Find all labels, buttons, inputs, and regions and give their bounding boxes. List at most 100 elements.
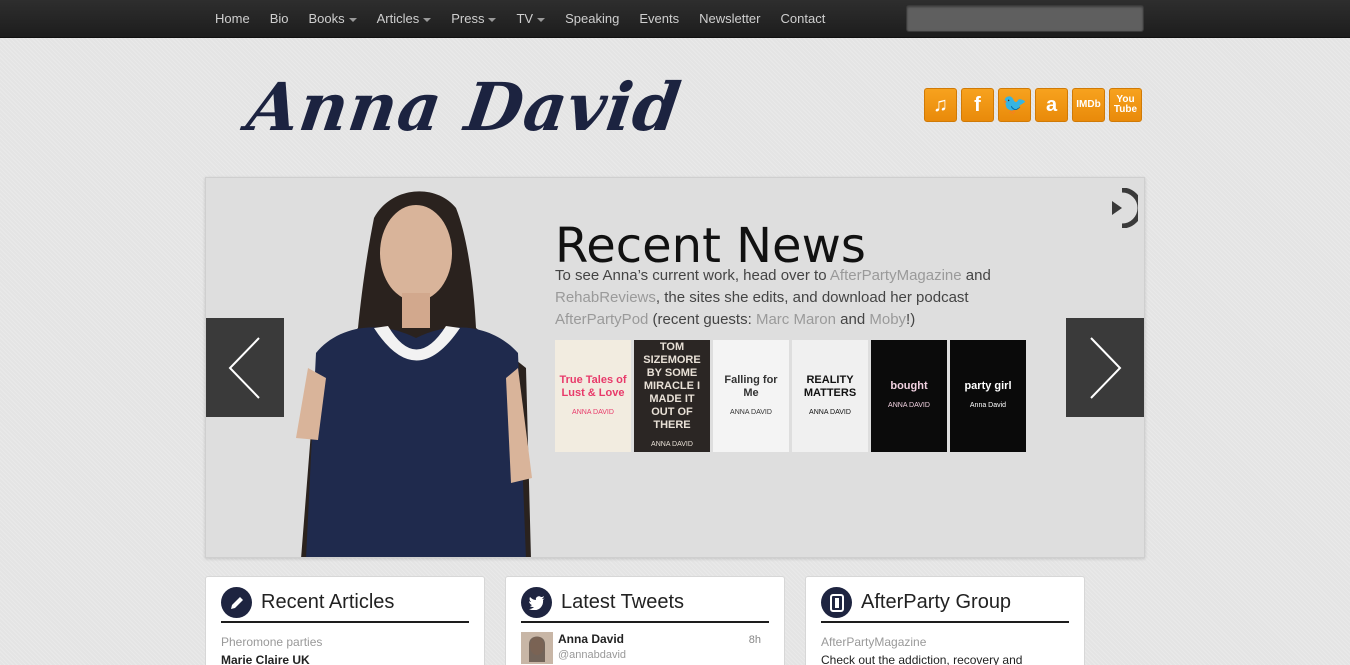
tweet-item[interactable]: Anna David @annabdavid 8h xyxy=(521,632,769,664)
moby-link[interactable]: Moby xyxy=(869,311,906,328)
amazon-button[interactable]: a xyxy=(1035,88,1068,122)
imdb-icon: IMDb xyxy=(1076,99,1101,110)
afterparty-group-panel: AfterParty Group AfterPartyMagazine Chec… xyxy=(805,576,1085,665)
amazon-icon: a xyxy=(1045,94,1058,116)
twitter-bird-icon xyxy=(521,587,552,618)
afterpartymagazine-link[interactable]: AfterPartyMagazine xyxy=(830,267,962,284)
book-true-tales[interactable]: True Tales of Lust & Love ANNA DAVID xyxy=(555,340,631,452)
news-slider: Recent News To see Anna’s current work, … xyxy=(205,177,1145,558)
slideshow-play-icon[interactable] xyxy=(1108,188,1138,228)
panel-title: Recent Articles xyxy=(261,591,395,613)
slide-description: To see Anna’s current work, head over to… xyxy=(555,265,1035,331)
nav-item-label: Newsletter xyxy=(699,11,761,26)
slide-text-segment: , the sites she edits, and download her … xyxy=(655,289,969,306)
caret-down-icon xyxy=(348,17,357,22)
panel-header: Latest Tweets xyxy=(521,584,769,623)
slider-next-button[interactable] xyxy=(1066,318,1144,417)
music-button[interactable]: ♫ xyxy=(924,88,957,122)
slide-text-segment: (recent guests: xyxy=(648,311,756,328)
nav-item-label: Speaking xyxy=(565,11,620,26)
book-author: ANNA DAVID xyxy=(730,408,772,416)
book-author: ANNA DAVID xyxy=(809,408,851,416)
book-covers: True Tales of Lust & Love ANNA DAVID TOM S… xyxy=(555,340,1026,452)
slide-text-segment: !) xyxy=(906,311,916,328)
afterparty-description: Check out the addiction, recovery and re… xyxy=(821,653,1023,665)
twitter-button[interactable]: 🐦 xyxy=(998,88,1031,122)
article-source: Marie Claire UK xyxy=(221,653,310,665)
nav-item-events[interactable]: Events xyxy=(629,0,689,38)
nav-item-speaking[interactable]: Speaking xyxy=(555,0,629,38)
nav-item-label: TV xyxy=(516,11,534,26)
book-title: party girl xyxy=(964,380,1012,392)
chevron-right-icon xyxy=(1090,336,1122,399)
nav-item-label: Articles xyxy=(376,11,420,26)
nav-item-label: Press xyxy=(451,11,485,26)
tweet-handle: @annabdavid xyxy=(558,649,627,661)
twitter-icon: 🐦 xyxy=(1002,94,1027,116)
panel-header: AfterParty Group xyxy=(821,584,1069,623)
book-author: ANNA DAVID xyxy=(888,402,930,409)
portrait-image xyxy=(296,191,532,557)
nav-item-newsletter[interactable]: Newsletter xyxy=(689,0,770,38)
book-author: Anna David xyxy=(969,402,1007,409)
nav-item-label: Bio xyxy=(269,11,289,26)
nav-item-books[interactable]: Books xyxy=(298,0,366,38)
nav-item-label: Home xyxy=(215,11,250,26)
latest-tweets-panel: Latest Tweets Anna David @annabdavid 8h xyxy=(505,576,785,665)
nav-item-contact[interactable]: Contact xyxy=(771,0,836,38)
tweet-timestamp: 8h xyxy=(748,634,761,646)
book-author: ANNA DAVID xyxy=(651,441,693,448)
nav-item-articles[interactable]: Articles xyxy=(367,0,442,38)
facebook-button[interactable]: f xyxy=(961,88,994,122)
book-bought[interactable]: bought ANNA DAVID xyxy=(871,340,947,452)
afterparty-logo-icon xyxy=(821,587,852,618)
slide-text-segment: and xyxy=(835,311,870,328)
caret-down-icon xyxy=(537,17,546,22)
book-reality-matters[interactable]: REALITY MATTERS ANNA DAVID xyxy=(792,340,868,452)
book-author: ANNA DAVID xyxy=(572,408,614,416)
book-by-some-miracle[interactable]: TOM SIZEMORE BY SOME MIRACLE I MADE IT O… xyxy=(634,340,710,452)
book-title: Falling for Me xyxy=(724,373,778,399)
afterparty-magazine-link[interactable]: AfterPartyMagazine xyxy=(821,635,1069,649)
slide-text-segment: and xyxy=(961,267,991,284)
nav-item-home[interactable]: Home xyxy=(205,0,260,38)
nav-item-tv[interactable]: TV xyxy=(506,0,555,38)
nav-item-label: Events xyxy=(639,11,680,26)
slide-text-segment: To see Anna’s current work, head over to xyxy=(555,267,830,284)
book-falling-for-me[interactable]: Falling for Me ANNA DAVID xyxy=(713,340,789,452)
afterpartypod-link[interactable]: AfterPartyPod xyxy=(555,311,648,328)
top-navbar: Home Bio Books Articles Press TV Speaking Event… xyxy=(0,0,1350,38)
panel-title: Latest Tweets xyxy=(561,591,685,613)
avatar xyxy=(521,632,553,664)
pencil-icon xyxy=(221,587,252,618)
nav-item-label: Books xyxy=(308,11,345,26)
nav-item-press[interactable]: Press xyxy=(441,0,506,38)
social-links: ♫ f 🐦 a IMDb You Tube xyxy=(924,88,1142,122)
slider-prev-button[interactable] xyxy=(206,318,284,417)
marc-maron-link[interactable]: Marc Maron xyxy=(756,311,836,328)
tweet-author: Anna David xyxy=(558,632,625,646)
imdb-button[interactable]: IMDb xyxy=(1072,88,1105,122)
book-title: True Tales of Lust & Love xyxy=(559,373,627,399)
youtube-button[interactable]: You Tube xyxy=(1109,88,1142,122)
panel-header: Recent Articles xyxy=(221,584,469,623)
rehabreviews-link[interactable]: RehabReviews xyxy=(555,289,656,306)
chevron-left-icon xyxy=(228,336,260,399)
search-input[interactable] xyxy=(906,5,1144,32)
caret-down-icon xyxy=(488,17,497,22)
book-party-girl[interactable]: party girl Anna David xyxy=(950,340,1026,452)
recent-articles-panel: Recent Articles Pheromone parties Marie … xyxy=(205,576,485,665)
book-title: REALITY MATTERS xyxy=(803,373,857,399)
music-icon: ♫ xyxy=(933,94,948,116)
book-title: TOM SIZEMORE BY SOME MIRACLE I MADE IT O… xyxy=(643,341,701,431)
nav-item-bio[interactable]: Bio xyxy=(260,0,299,38)
nav-item-label: Contact xyxy=(780,11,826,26)
site-logo[interactable]: Anna David xyxy=(241,60,694,155)
caret-down-icon xyxy=(423,17,432,22)
facebook-icon: f xyxy=(974,94,981,116)
book-title: bought xyxy=(890,380,928,392)
article-title-link[interactable]: Pheromone parties xyxy=(221,635,469,649)
nav-menu: Home Bio Books Articles Press TV Speaking Event… xyxy=(205,0,835,38)
panel-title: AfterParty Group xyxy=(861,591,1012,613)
youtube-icon: You Tube xyxy=(1113,94,1138,115)
